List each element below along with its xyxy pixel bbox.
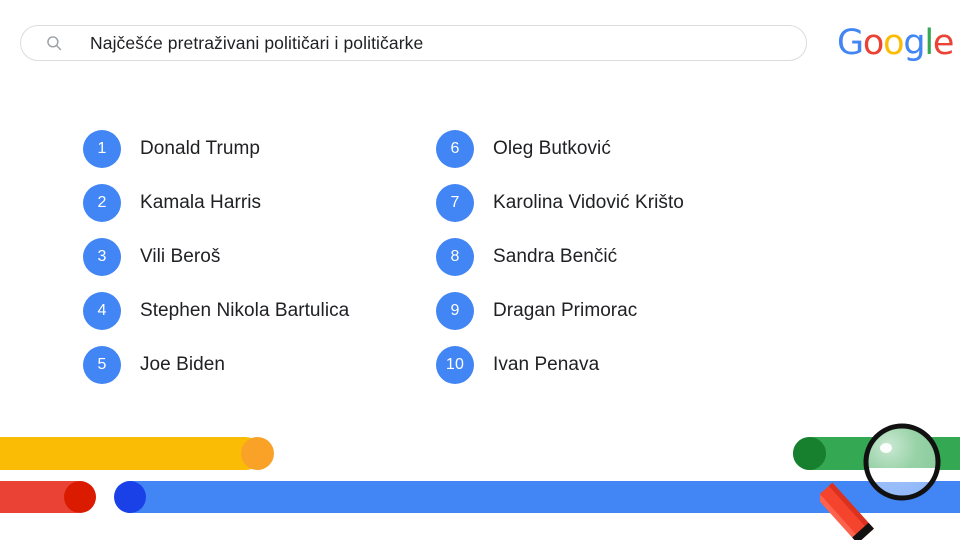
list-item[interactable]: 8 Sandra Benčić: [436, 230, 684, 284]
ranking-column-left: 1 Donald Trump 2 Kamala Harris 3 Vili Be…: [83, 122, 349, 392]
list-item[interactable]: 4 Stephen Nikola Bartulica: [83, 284, 349, 338]
person-name: Kamala Harris: [140, 192, 262, 213]
person-name: Dragan Primorac: [493, 300, 638, 321]
dark-green-dot: [793, 437, 826, 470]
orange-dot: [241, 437, 274, 470]
search-input[interactable]: Najčešće pretraživani političari i polit…: [90, 33, 423, 54]
list-item[interactable]: 5 Joe Biden: [83, 338, 349, 392]
logo-letter-o2: o: [883, 23, 904, 63]
dark-red-dot: [64, 481, 96, 513]
google-logo: Google: [837, 23, 955, 63]
search-icon: [47, 36, 62, 51]
search-bar[interactable]: Najčešće pretraživani političari i polit…: [20, 25, 807, 61]
rank-badge: 6: [436, 130, 474, 168]
rank-badge: 2: [83, 184, 121, 222]
green-bar: [793, 437, 960, 470]
logo-letter-g2: g: [903, 23, 925, 63]
rank-badge: 1: [83, 130, 121, 168]
blue-bar: [115, 481, 960, 513]
person-name: Joe Biden: [140, 354, 225, 375]
ranking-column-right: 6 Oleg Butković 7 Karolina Vidović Krišt…: [436, 122, 684, 392]
lens-rim: [863, 423, 941, 501]
person-name: Oleg Butković: [493, 138, 611, 159]
list-item[interactable]: 2 Kamala Harris: [83, 176, 349, 230]
list-item[interactable]: 6 Oleg Butković: [436, 122, 684, 176]
red-bar: [0, 481, 92, 513]
list-item[interactable]: 7 Karolina Vidović Krišto: [436, 176, 684, 230]
dark-blue-dot: [114, 481, 146, 513]
logo-letter-g1: G: [837, 23, 864, 63]
logo-letter-e: e: [932, 23, 955, 63]
magnifier-handle: [820, 482, 874, 540]
rank-badge: 5: [83, 346, 121, 384]
list-item[interactable]: 9 Dragan Primorac: [436, 284, 684, 338]
rank-badge: 7: [436, 184, 474, 222]
logo-letter-o1: o: [862, 23, 884, 63]
person-name: Vili Beroš: [140, 246, 221, 267]
rank-badge: 4: [83, 292, 121, 330]
lens-shine: [866, 426, 938, 498]
list-item[interactable]: 3 Vili Beroš: [83, 230, 349, 284]
person-name: Karolina Vidović Krišto: [493, 192, 684, 213]
magnifier-glass-icon: [820, 423, 941, 540]
rank-badge: 9: [436, 292, 474, 330]
list-item[interactable]: 10 Ivan Penava: [436, 338, 684, 392]
lens-highlight: [880, 443, 892, 453]
person-name: Ivan Penava: [493, 354, 600, 375]
lens-tint: [866, 426, 938, 498]
rank-badge: 3: [83, 238, 121, 276]
rank-badge: 10: [436, 346, 474, 384]
person-name: Donald Trump: [140, 138, 260, 159]
person-name: Sandra Benčić: [493, 246, 618, 267]
list-item[interactable]: 1 Donald Trump: [83, 122, 349, 176]
header: Najčešće pretraživani političari i polit…: [0, 0, 960, 90]
magnifier-lens-content: [866, 426, 938, 498]
logo-letter-l: l: [924, 23, 934, 63]
yellow-bar: [0, 437, 262, 470]
rank-badge: 8: [436, 238, 474, 276]
person-name: Stephen Nikola Bartulica: [140, 300, 350, 321]
